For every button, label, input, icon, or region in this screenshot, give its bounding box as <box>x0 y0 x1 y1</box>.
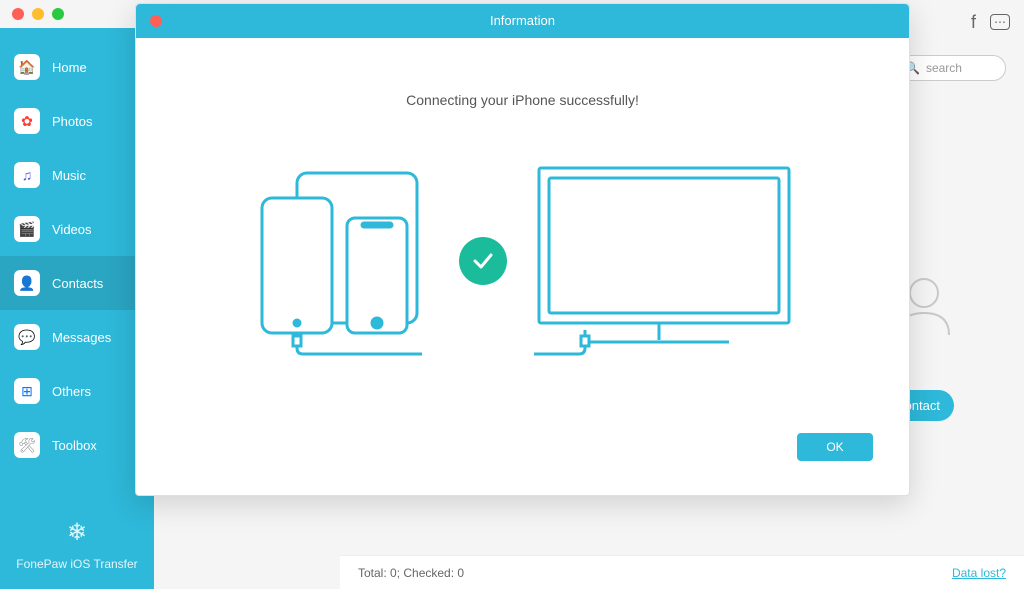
modal-message: Connecting your iPhone successfully! <box>136 38 909 138</box>
status-text: Total: 0; Checked: 0 <box>358 566 464 580</box>
sidebar-item-toolbox[interactable]: 🛠 Toolbox <box>0 418 154 472</box>
information-modal: Information Connecting your iPhone succe… <box>135 3 910 496</box>
music-icon: ♫ <box>14 162 40 188</box>
top-toolbar: f ⋯ <box>957 0 1024 44</box>
connection-illustration <box>136 158 909 363</box>
data-lost-link[interactable]: Data lost? <box>952 566 1006 580</box>
messages-icon: 💬 <box>14 324 40 350</box>
monitor-icon <box>519 158 799 363</box>
toolbox-icon: 🛠 <box>14 432 40 458</box>
window-traffic-lights <box>12 8 64 20</box>
sidebar-item-videos[interactable]: 🎬 Videos <box>0 202 154 256</box>
feedback-icon[interactable]: ⋯ <box>990 14 1010 30</box>
facebook-icon[interactable]: f <box>971 12 976 33</box>
ok-button[interactable]: OK <box>797 433 873 461</box>
sidebar-item-label: Others <box>52 384 91 399</box>
sidebar-item-label: Contacts <box>52 276 103 291</box>
sidebar-item-messages[interactable]: 💬 Messages <box>0 310 154 364</box>
search-placeholder: search <box>926 61 962 75</box>
sidebar-item-home[interactable]: 🏠 Home <box>0 40 154 94</box>
sidebar-item-label: Messages <box>52 330 111 345</box>
modal-title: Information <box>490 13 555 28</box>
maximize-button[interactable] <box>52 8 64 20</box>
home-icon: 🏠 <box>14 54 40 80</box>
minimize-button[interactable] <box>32 8 44 20</box>
photos-icon: ✿ <box>14 108 40 134</box>
sidebar-item-label: Music <box>52 168 86 183</box>
sidebar-item-music[interactable]: ♫ Music <box>0 148 154 202</box>
videos-icon: 🎬 <box>14 216 40 242</box>
close-button[interactable] <box>12 8 24 20</box>
sidebar-item-photos[interactable]: ✿ Photos <box>0 94 154 148</box>
sidebar-item-label: Photos <box>52 114 92 129</box>
sidebar-item-label: Videos <box>52 222 92 237</box>
app-name: FonePaw iOS Transfer <box>0 557 154 571</box>
modal-title-bar: Information <box>136 4 909 38</box>
sidebar-item-others[interactable]: ⊞ Others <box>0 364 154 418</box>
sidebar-item-label: Toolbox <box>52 438 97 453</box>
modal-close-button[interactable] <box>150 15 162 27</box>
status-bar: Total: 0; Checked: 0 Data lost? <box>340 555 1024 589</box>
sidebar-item-contacts[interactable]: 👤 Contacts <box>0 256 154 310</box>
sidebar: 🏠 Home ✿ Photos ♫ Music 🎬 Videos 👤 Contacts 💬 Messa… <box>0 28 154 589</box>
contacts-icon: 👤 <box>14 270 40 296</box>
devices-icon <box>247 158 447 363</box>
others-icon: ⊞ <box>14 378 40 404</box>
app-logo-icon: ❄ <box>0 518 154 547</box>
sidebar-footer: ❄ FonePaw iOS Transfer <box>0 518 154 571</box>
success-checkmark-icon <box>459 237 507 285</box>
search-input[interactable]: 🔍 search <box>894 55 1006 81</box>
sidebar-item-label: Home <box>52 60 87 75</box>
